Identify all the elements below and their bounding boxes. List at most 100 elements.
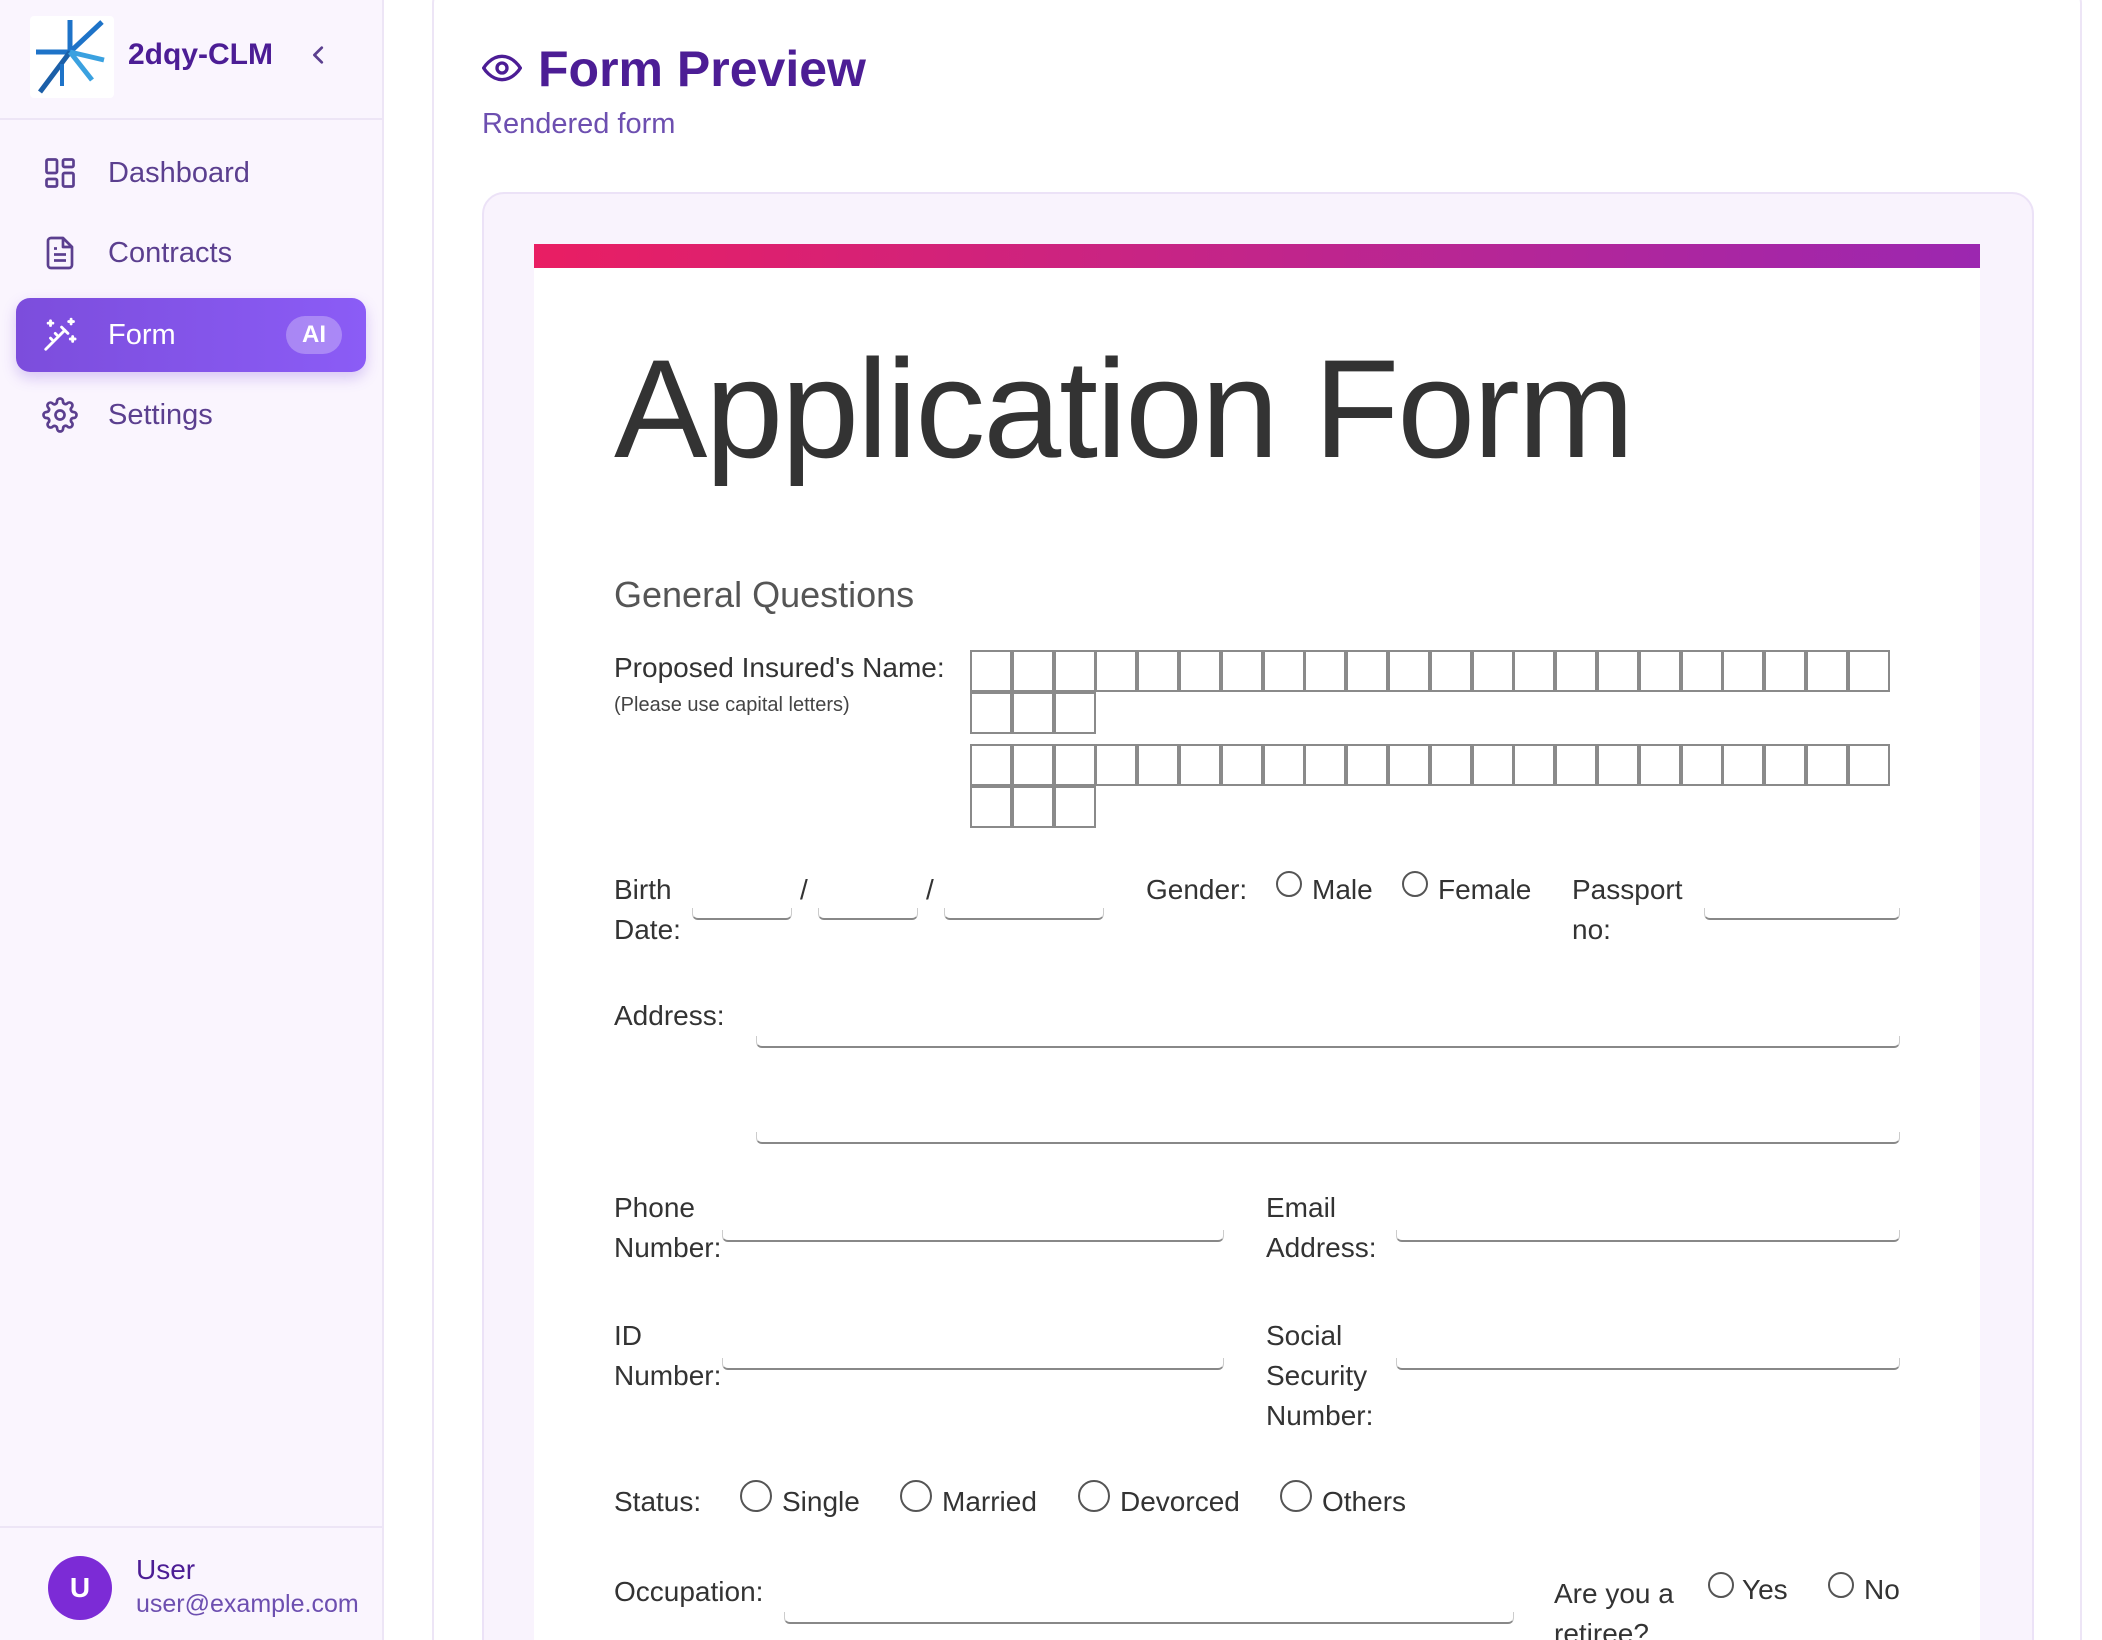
letter-box[interactable] bbox=[1513, 650, 1555, 692]
letter-box[interactable] bbox=[1722, 650, 1764, 692]
date-separator: / bbox=[926, 874, 934, 905]
sidebar-item-label: Dashboard bbox=[108, 156, 250, 189]
letter-box[interactable] bbox=[1012, 744, 1054, 786]
letter-box[interactable] bbox=[1597, 744, 1639, 786]
letter-box[interactable] bbox=[1304, 650, 1346, 692]
status-divorced-radio[interactable] bbox=[1078, 1480, 1110, 1512]
letter-box[interactable] bbox=[1012, 692, 1054, 734]
letter-box[interactable] bbox=[1263, 650, 1305, 692]
address-line1-input[interactable] bbox=[756, 1036, 1900, 1048]
letter-box[interactable] bbox=[1054, 692, 1096, 734]
user-profile[interactable]: U User user@example.com bbox=[0, 1526, 382, 1640]
status-married-radio[interactable] bbox=[900, 1480, 932, 1512]
letter-box[interactable] bbox=[1472, 650, 1514, 692]
sidebar-item-form[interactable]: Form AI bbox=[16, 298, 366, 372]
occupation-input[interactable] bbox=[784, 1612, 1514, 1624]
letter-box[interactable] bbox=[1513, 744, 1555, 786]
address-label: Address: bbox=[614, 1000, 725, 1031]
letter-box[interactable] bbox=[1764, 744, 1806, 786]
letter-box[interactable] bbox=[1054, 744, 1096, 786]
sidebar-item-dashboard[interactable]: Dashboard bbox=[16, 136, 366, 210]
birth-label-line1: Birth bbox=[614, 874, 672, 905]
letter-box[interactable] bbox=[1263, 744, 1305, 786]
chevron-left-icon bbox=[313, 46, 324, 64]
letter-box[interactable] bbox=[1764, 650, 1806, 692]
letter-box[interactable] bbox=[1722, 744, 1764, 786]
sidebar-item-settings[interactable]: Settings bbox=[16, 378, 366, 452]
letter-box[interactable] bbox=[1137, 650, 1179, 692]
letter-box[interactable] bbox=[1597, 650, 1639, 692]
name-label: Proposed Insured's Name: bbox=[614, 652, 945, 683]
status-married-label: Married bbox=[942, 1486, 1037, 1517]
letter-box[interactable] bbox=[1848, 744, 1890, 786]
address-line2-input[interactable] bbox=[756, 1132, 1900, 1144]
ai-badge: AI bbox=[286, 316, 342, 354]
letter-box[interactable] bbox=[1179, 650, 1221, 692]
letter-box[interactable] bbox=[970, 692, 1012, 734]
letter-box[interactable] bbox=[1137, 744, 1179, 786]
letter-box[interactable] bbox=[1806, 744, 1848, 786]
sidebar-item-label: Settings bbox=[108, 398, 213, 431]
letter-box[interactable] bbox=[1179, 744, 1221, 786]
birth-year-input[interactable] bbox=[944, 908, 1104, 920]
retiree-yes-label: Yes bbox=[1742, 1574, 1788, 1605]
letter-box[interactable] bbox=[970, 786, 1012, 828]
letter-box[interactable] bbox=[1555, 744, 1597, 786]
retiree-no-radio[interactable] bbox=[1828, 1572, 1854, 1598]
letter-box[interactable] bbox=[1639, 650, 1681, 692]
id-label-line2: Number: bbox=[614, 1360, 722, 1391]
letter-box[interactable] bbox=[1848, 650, 1890, 692]
letter-box[interactable] bbox=[1681, 650, 1723, 692]
letter-box[interactable] bbox=[1430, 650, 1472, 692]
gender-female-radio[interactable] bbox=[1402, 871, 1428, 897]
passport-label-line2: no: bbox=[1572, 914, 1611, 945]
letter-box[interactable] bbox=[970, 744, 1012, 786]
form-title: Application Form bbox=[614, 330, 1634, 487]
occupation-label: Occupation: bbox=[614, 1576, 764, 1607]
retiree-label-line2: retiree? bbox=[1554, 1618, 1649, 1640]
letter-box[interactable] bbox=[1095, 744, 1137, 786]
id-label-line1: ID bbox=[614, 1320, 642, 1351]
letter-box[interactable] bbox=[1012, 786, 1054, 828]
brand-logo[interactable] bbox=[30, 16, 114, 98]
letter-box[interactable] bbox=[1388, 744, 1430, 786]
letter-box[interactable] bbox=[1012, 650, 1054, 692]
letter-box[interactable] bbox=[1346, 744, 1388, 786]
letter-box[interactable] bbox=[1346, 650, 1388, 692]
email-input[interactable] bbox=[1396, 1230, 1900, 1242]
status-single-label: Single bbox=[782, 1486, 860, 1517]
name-note: (Please use capital letters) bbox=[614, 694, 850, 716]
retiree-label: Are you a retiree? bbox=[1554, 1574, 1674, 1640]
letter-box[interactable] bbox=[1054, 786, 1096, 828]
birth-day-input[interactable] bbox=[692, 908, 792, 920]
gender-label: Gender: bbox=[1146, 874, 1248, 905]
letter-box[interactable] bbox=[1054, 650, 1096, 692]
ssn-label-line2: Security bbox=[1266, 1360, 1368, 1391]
letter-box[interactable] bbox=[1095, 650, 1137, 692]
letter-box[interactable] bbox=[1681, 744, 1723, 786]
id-label: ID Number: bbox=[614, 1316, 721, 1396]
letter-box[interactable] bbox=[970, 650, 1012, 692]
gear-icon bbox=[40, 395, 80, 435]
letter-box[interactable] bbox=[1221, 744, 1263, 786]
gender-male-radio[interactable] bbox=[1276, 871, 1302, 897]
letter-box[interactable] bbox=[1639, 744, 1681, 786]
collapse-sidebar-button[interactable] bbox=[302, 38, 336, 72]
status-single-radio[interactable] bbox=[740, 1480, 772, 1512]
phone-input[interactable] bbox=[722, 1230, 1224, 1242]
id-number-input[interactable] bbox=[722, 1358, 1224, 1370]
letter-box[interactable] bbox=[1221, 650, 1263, 692]
letter-box[interactable] bbox=[1304, 744, 1346, 786]
passport-input[interactable] bbox=[1704, 908, 1900, 920]
ssn-input[interactable] bbox=[1396, 1358, 1900, 1370]
letter-box[interactable] bbox=[1430, 744, 1472, 786]
letter-box[interactable] bbox=[1555, 650, 1597, 692]
birth-month-input[interactable] bbox=[818, 908, 918, 920]
letter-box[interactable] bbox=[1806, 650, 1848, 692]
status-others-radio[interactable] bbox=[1280, 1480, 1312, 1512]
form-accent-bar bbox=[534, 244, 1980, 268]
letter-box[interactable] bbox=[1472, 744, 1514, 786]
letter-box[interactable] bbox=[1388, 650, 1430, 692]
retiree-yes-radio[interactable] bbox=[1708, 1572, 1734, 1598]
sidebar-item-contracts[interactable]: Contracts bbox=[16, 216, 366, 290]
